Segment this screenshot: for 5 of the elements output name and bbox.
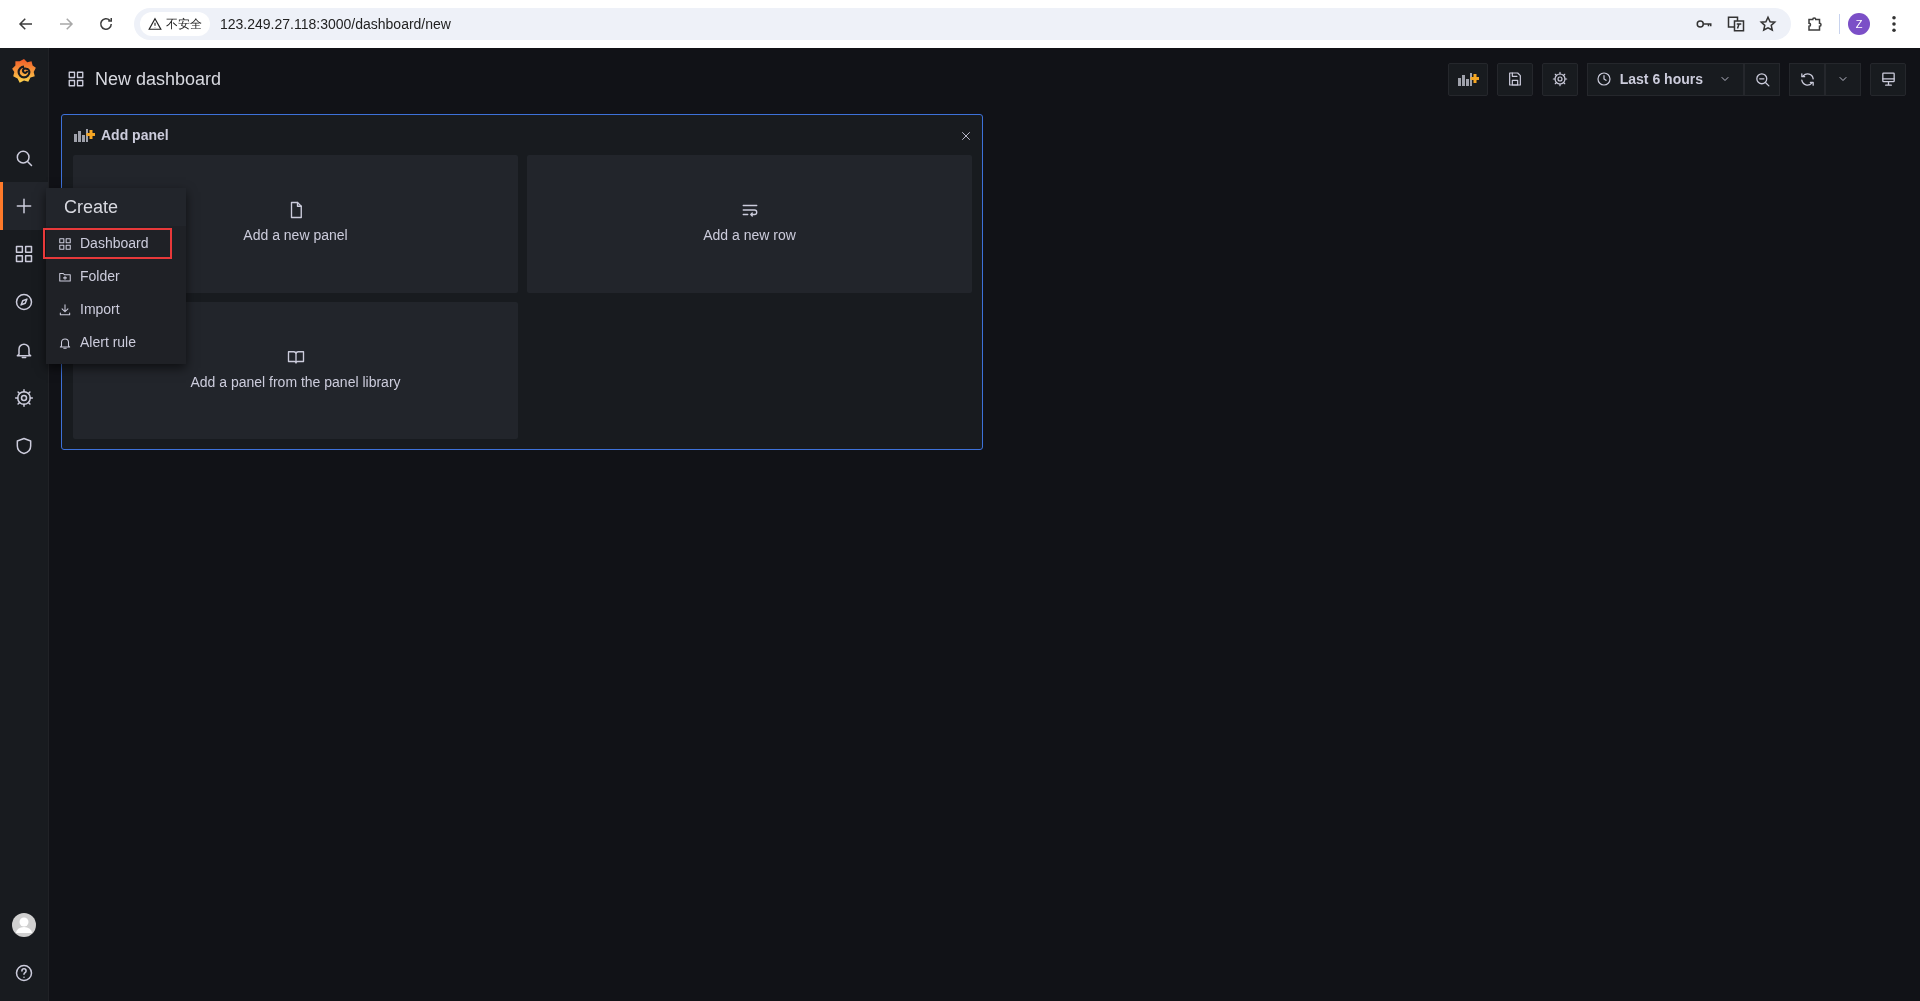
url-text: 123.249.27.118:3000/dashboard/new <box>220 14 451 34</box>
dashboard-title: New dashboard <box>95 67 222 91</box>
menu-title: Create <box>46 188 186 226</box>
security-label: 不安全 <box>166 16 202 33</box>
add-panel-title: Add panel <box>101 125 169 145</box>
